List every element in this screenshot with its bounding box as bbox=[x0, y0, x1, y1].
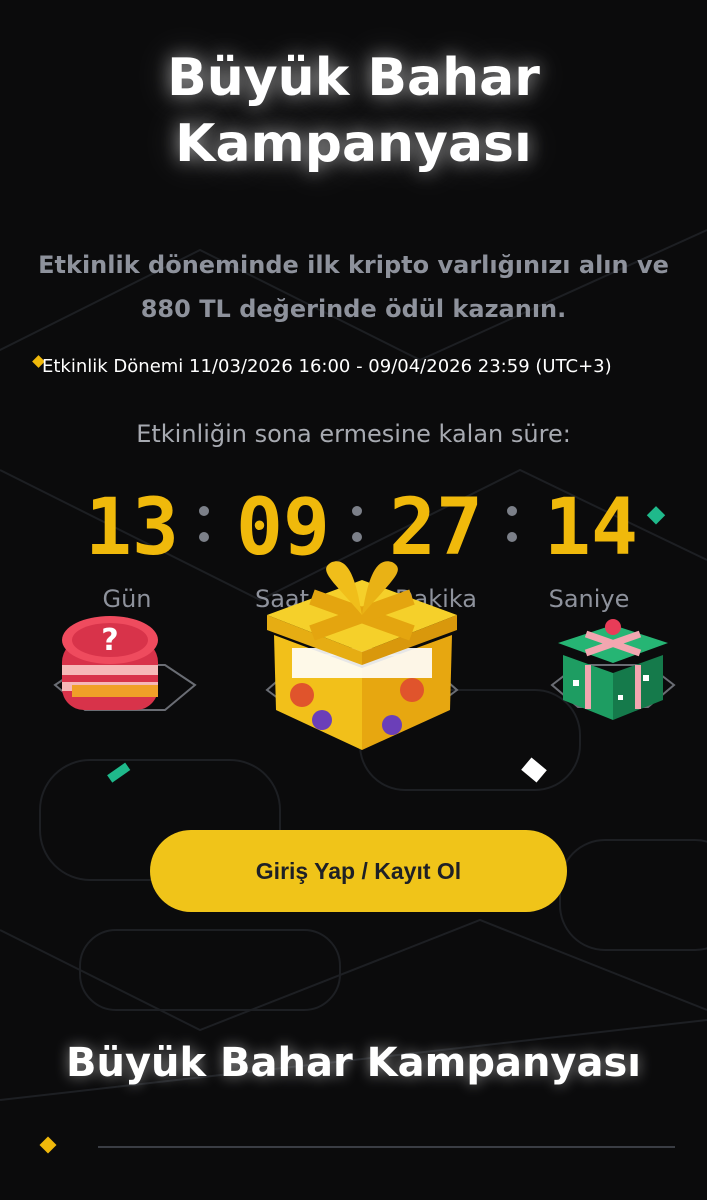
sparkle-icon bbox=[521, 757, 547, 783]
countdown-separator bbox=[350, 500, 364, 550]
hero-title: Büyük Bahar Kampanyası bbox=[0, 45, 707, 177]
section-title: Büyük Bahar Kampanyası bbox=[66, 1040, 641, 1086]
countdown-seconds-label: Saniye bbox=[548, 585, 630, 613]
hero-subtitle: Etkinlik döneminde ilk kripto varlığınız… bbox=[0, 243, 707, 331]
hero-title-line2: Kampanyası bbox=[175, 114, 532, 174]
subtitle-line1: Etkinlik döneminde ilk kripto varlığınız… bbox=[38, 251, 669, 279]
countdown-separator bbox=[197, 500, 211, 550]
sparkle-icon bbox=[107, 762, 131, 783]
countdown-days: 13 bbox=[85, 483, 179, 573]
green-gift-box-icon bbox=[550, 619, 676, 720]
svg-text:?: ? bbox=[101, 623, 118, 658]
hero-title-line1: Büyük Bahar bbox=[167, 48, 540, 108]
subtitle-line2: 880 TL değerinde ödül kazanın. bbox=[140, 295, 567, 323]
gift-box-icon bbox=[265, 561, 459, 750]
mystery-token-icon: ? bbox=[53, 616, 197, 711]
sparkle-icon bbox=[646, 506, 666, 525]
event-period: Etkinlik Dönemi 11/03/2026 16:00 - 09/04… bbox=[42, 356, 612, 377]
divider bbox=[98, 1146, 675, 1148]
countdown-label: Etkinliğin sona ermesine kalan süre: bbox=[136, 420, 571, 448]
diamond-bullet-icon bbox=[39, 1136, 57, 1154]
countdown-days-label: Gün bbox=[102, 585, 152, 613]
countdown-seconds: 14 bbox=[544, 483, 638, 573]
countdown-separator bbox=[505, 500, 519, 550]
login-register-button[interactable]: Giriş Yap / Kayıt Ol bbox=[150, 830, 567, 912]
